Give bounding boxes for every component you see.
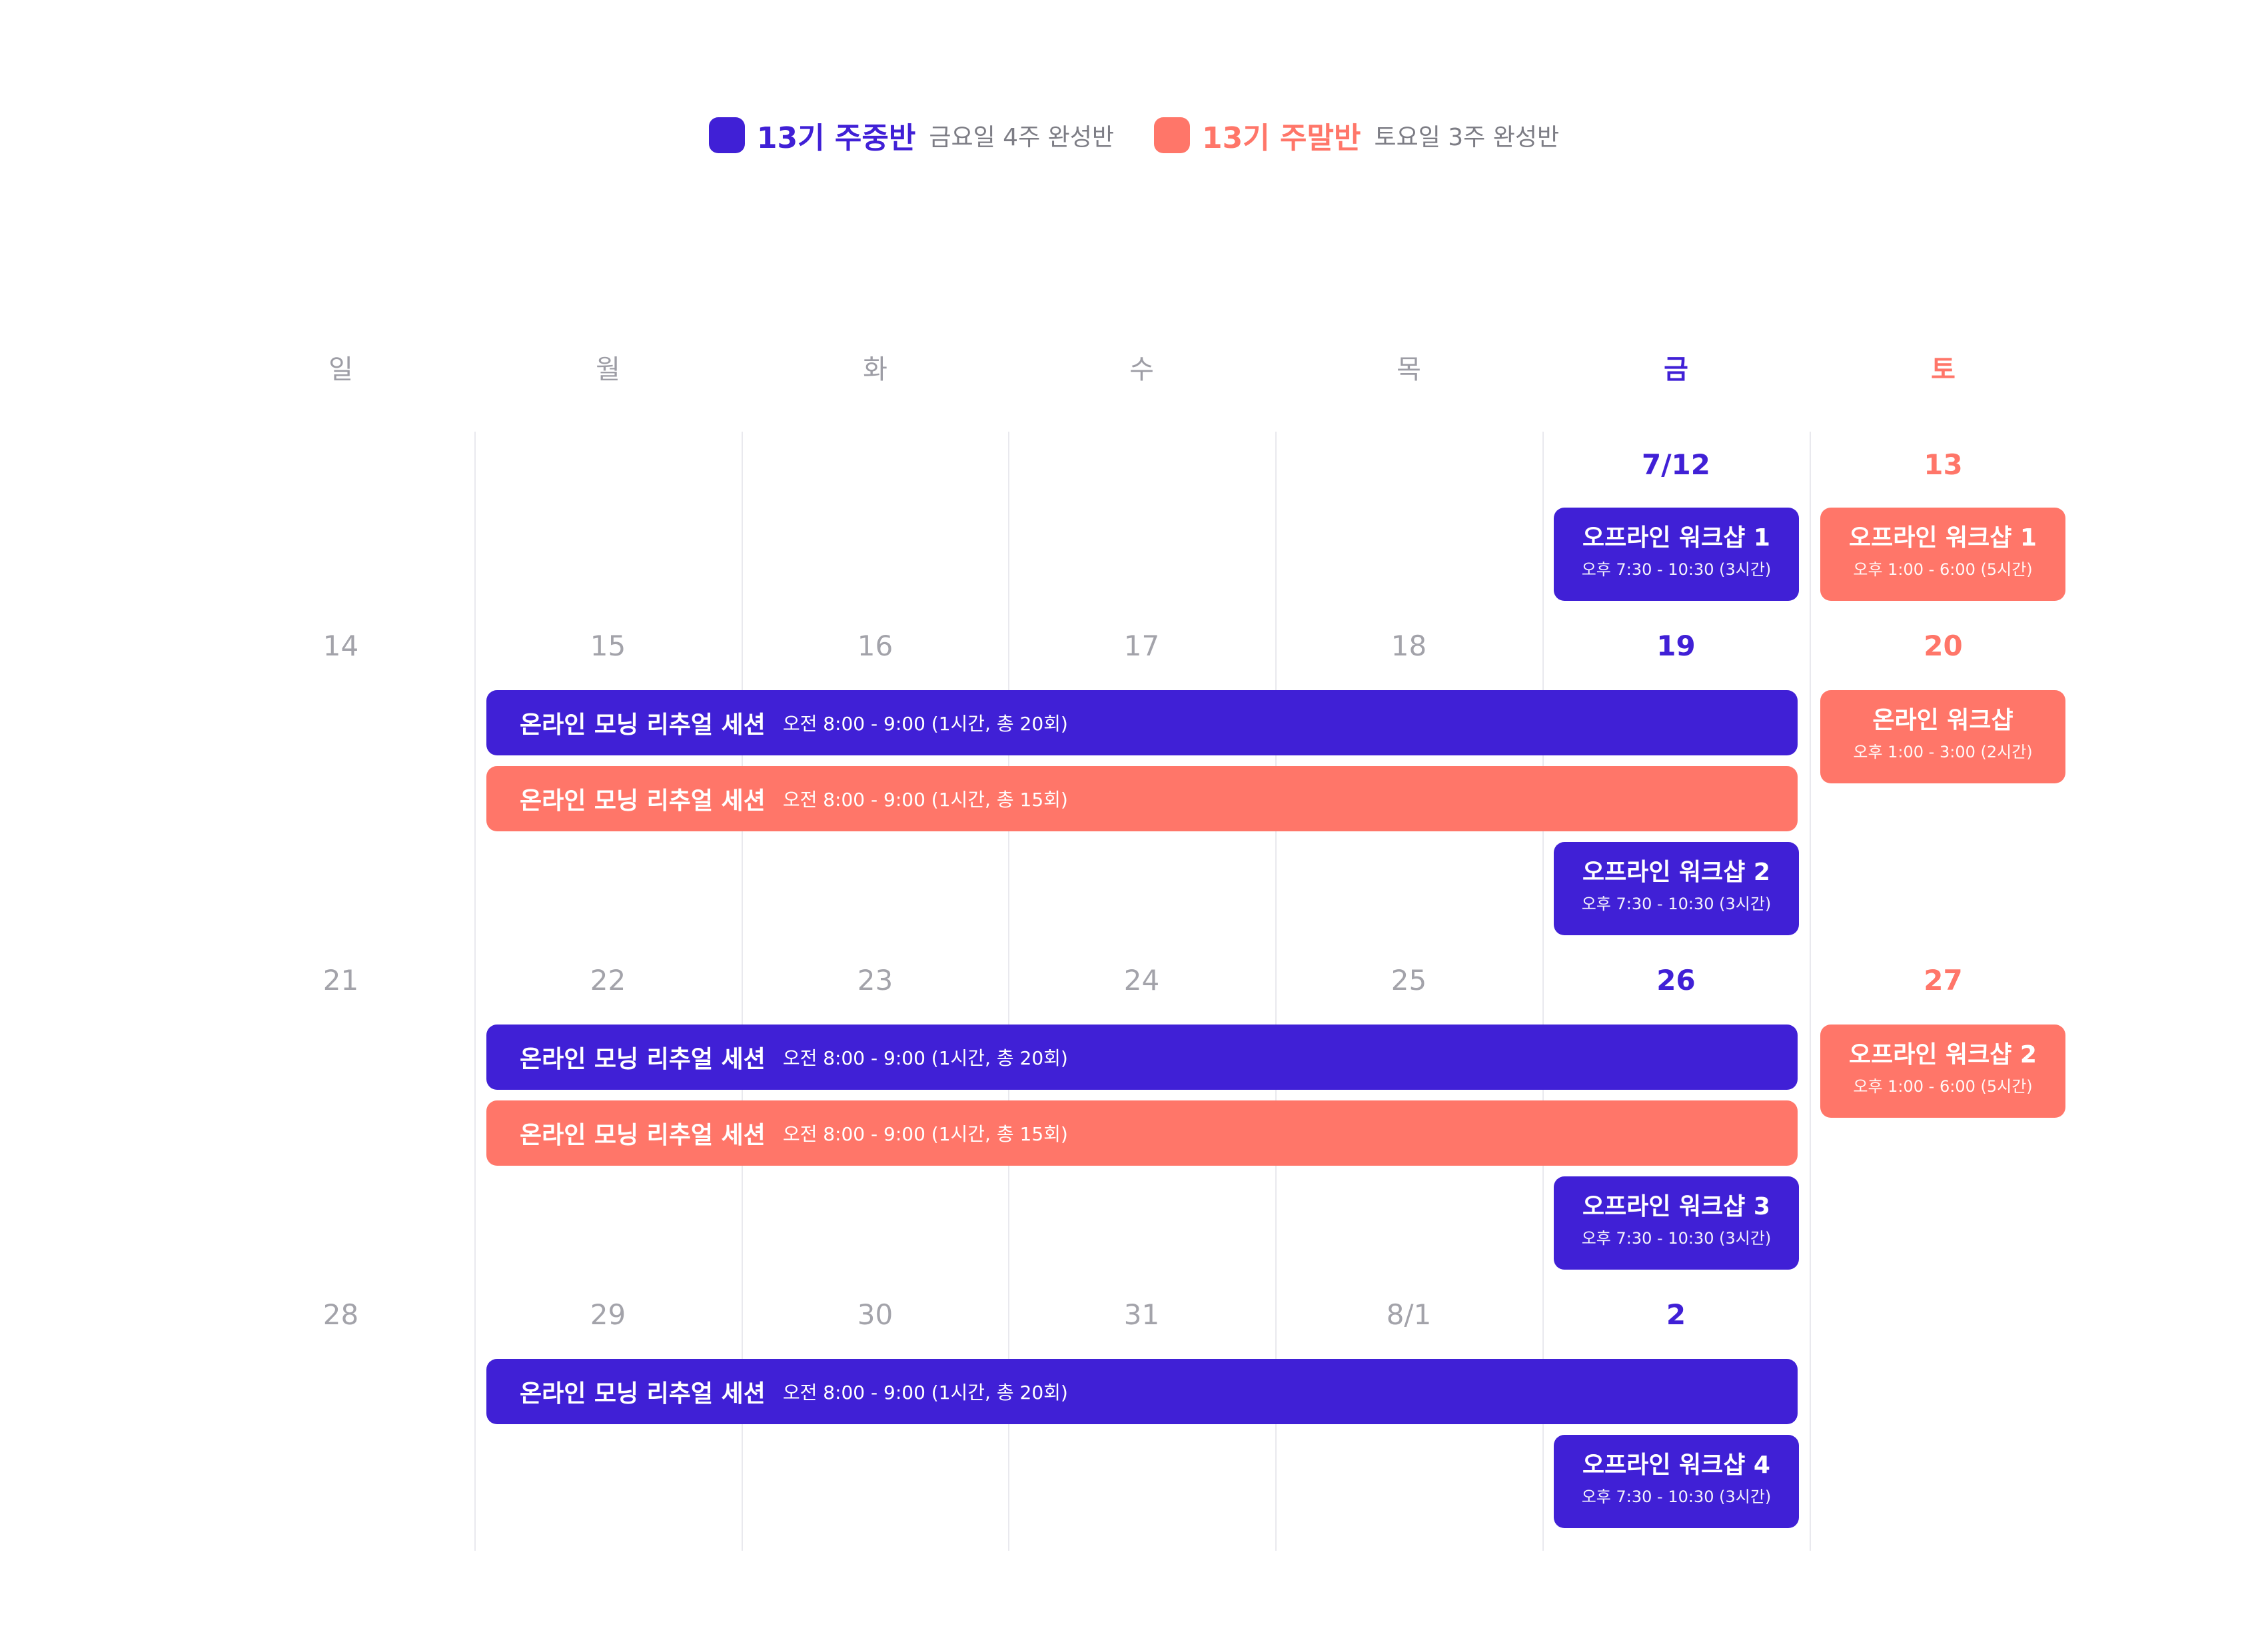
event-offline-workshop-weekday-2[interactable]: 오프라인 워크샵 2 오후 7:30 - 10:30 (3시간) (1554, 842, 1799, 935)
legend-item-weekend: 13기 주말반 토요일 3주 완성반 (1154, 114, 1559, 157)
event-offline-workshop-weekend-1[interactable]: 오프라인 워크샵 1 오후 1:00 - 6:00 (5시간) (1820, 508, 2065, 601)
date-cell: 18 (1391, 629, 1427, 662)
event-title: 오프라인 워크샵 1 (1582, 524, 1770, 552)
legend-item-weekday: 13기 주중반 금요일 4주 완성반 (708, 114, 1114, 157)
legend-swatch-weekend (1154, 117, 1190, 153)
event-title: 오프라인 워크샵 2 (1582, 859, 1770, 886)
date-cell: 26 (1656, 964, 1696, 997)
event-time: 오후 1:00 - 6:00 (5시간) (1853, 560, 2033, 579)
date-cell: 27 (1924, 964, 1963, 997)
event-online-workshop-weekend[interactable]: 온라인 워크샵 오후 1:00 - 3:00 (2시간) (1820, 690, 2065, 783)
event-time: 오후 7:30 - 10:30 (3시간) (1581, 1229, 1772, 1248)
event-morning-ritual-weekday[interactable]: 온라인 모닝 리추얼 세션 오전 8:00 - 9:00 (1시간, 총 20회… (486, 1025, 1798, 1090)
date-cell: 23 (857, 964, 893, 997)
weekday-sun: 일 (328, 354, 353, 385)
event-title: 온라인 모닝 리추얼 세션 (520, 1380, 766, 1408)
legend-title-weekday: 13기 주중반 (756, 121, 916, 155)
date-cell: 7/12 (1641, 448, 1710, 481)
event-title: 오프라인 워크샵 4 (1582, 1451, 1770, 1479)
event-time: 오후 1:00 - 6:00 (5시간) (1853, 1077, 2033, 1096)
date-cell: 19 (1656, 629, 1696, 662)
event-time: 오전 8:00 - 9:00 (1시간, 총 15회) (782, 1123, 1068, 1145)
weekday-fri: 금 (1664, 354, 1688, 385)
event-time: 오전 8:00 - 9:00 (1시간, 총 20회) (782, 1047, 1068, 1069)
event-title: 온라인 모닝 리추얼 세션 (520, 711, 766, 739)
date-cell: 25 (1391, 964, 1427, 997)
date-cell: 2 (1666, 1298, 1686, 1331)
event-morning-ritual-weekday[interactable]: 온라인 모닝 리추얼 세션 오전 8:00 - 9:00 (1시간, 총 20회… (486, 690, 1798, 755)
date-cell: 30 (857, 1298, 893, 1331)
event-time: 오후 7:30 - 10:30 (3시간) (1581, 560, 1772, 579)
legend-subtitle-weekend: 토요일 3주 완성반 (1374, 124, 1560, 151)
event-offline-workshop-weekend-2[interactable]: 오프라인 워크샵 2 오후 1:00 - 6:00 (5시간) (1820, 1025, 2065, 1118)
event-title: 오프라인 워크샵 3 (1582, 1193, 1770, 1220)
date-cell: 8/1 (1386, 1298, 1432, 1331)
event-time: 오후 1:00 - 3:00 (2시간) (1853, 743, 2033, 761)
weekday-sat: 토 (1931, 354, 1956, 385)
weekday-mon: 월 (596, 354, 620, 385)
legend-swatch-weekday (708, 117, 745, 153)
event-offline-workshop-weekday-3[interactable]: 오프라인 워크샵 3 오후 7:30 - 10:30 (3시간) (1554, 1176, 1799, 1270)
date-cell: 15 (590, 629, 626, 662)
event-time: 오전 8:00 - 9:00 (1시간, 총 20회) (782, 713, 1068, 735)
weekday-thu: 목 (1397, 354, 1421, 385)
event-time: 오전 8:00 - 9:00 (1시간, 총 15회) (782, 789, 1068, 811)
event-time: 오전 8:00 - 9:00 (1시간, 총 20회) (782, 1382, 1068, 1404)
date-cell: 22 (590, 964, 626, 997)
date-cell: 29 (590, 1298, 626, 1331)
legend-title-weekend: 13기 주말반 (1202, 121, 1361, 155)
weekday-wed: 수 (1129, 354, 1154, 385)
date-cell: 31 (1123, 1298, 1160, 1331)
event-title: 오프라인 워크샵 1 (1849, 524, 2037, 552)
event-offline-workshop-weekday-4[interactable]: 오프라인 워크샵 4 오후 7:30 - 10:30 (3시간) (1554, 1435, 1799, 1528)
legend: 13기 주중반 금요일 4주 완성반 13기 주말반 토요일 3주 완성반 (0, 112, 2268, 159)
date-cell: 21 (322, 964, 359, 997)
event-title: 온라인 모닝 리추얼 세션 (520, 1122, 766, 1149)
date-cell: 17 (1123, 629, 1160, 662)
date-cell: 14 (322, 629, 359, 662)
date-cell: 24 (1123, 964, 1160, 997)
date-cell: 16 (857, 629, 893, 662)
weekday-tue: 화 (863, 354, 887, 385)
event-morning-ritual-weekend[interactable]: 온라인 모닝 리추얼 세션 오전 8:00 - 9:00 (1시간, 총 15회… (486, 766, 1798, 831)
event-title: 온라인 워크샵 (1872, 707, 2013, 734)
event-offline-workshop-weekday-1[interactable]: 오프라인 워크샵 1 오후 7:30 - 10:30 (3시간) (1554, 508, 1799, 601)
event-time: 오후 7:30 - 10:30 (3시간) (1581, 895, 1772, 913)
event-morning-ritual-weekday[interactable]: 온라인 모닝 리추얼 세션 오전 8:00 - 9:00 (1시간, 총 20회… (486, 1359, 1798, 1424)
event-title: 온라인 모닝 리추얼 세션 (520, 1046, 766, 1073)
date-cell: 28 (322, 1298, 359, 1331)
date-cell: 20 (1924, 629, 1963, 662)
legend-subtitle-weekday: 금요일 4주 완성반 (929, 124, 1114, 151)
event-time: 오후 7:30 - 10:30 (3시간) (1581, 1487, 1772, 1506)
event-title: 온라인 모닝 리추얼 세션 (520, 787, 766, 815)
event-title: 오프라인 워크샵 2 (1849, 1041, 2037, 1068)
date-cell: 13 (1924, 448, 1963, 481)
event-morning-ritual-weekend[interactable]: 온라인 모닝 리추얼 세션 오전 8:00 - 9:00 (1시간, 총 15회… (486, 1100, 1798, 1166)
